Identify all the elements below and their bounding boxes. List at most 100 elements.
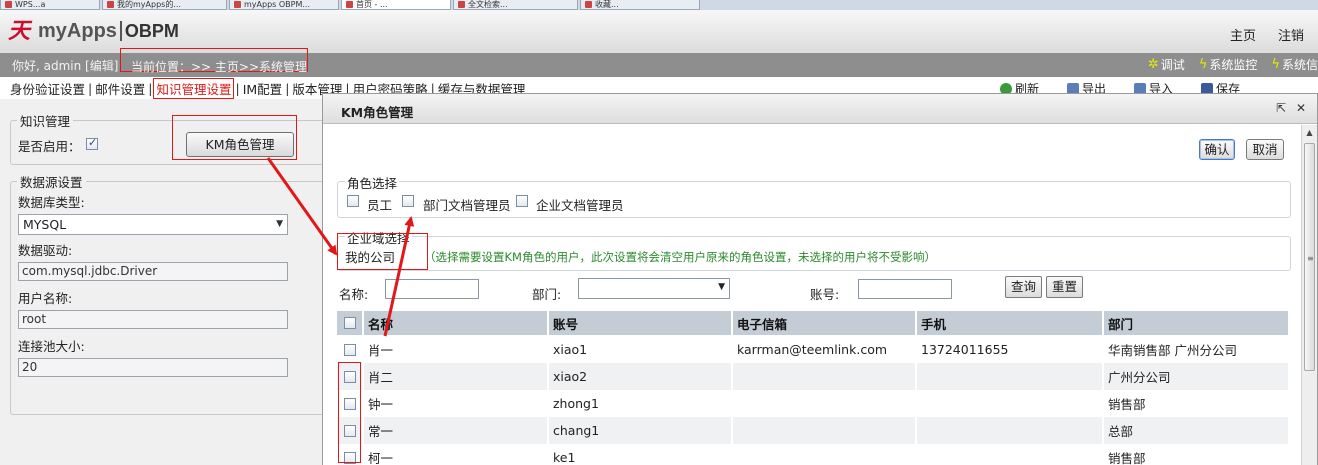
dialog-header: KM角色管理 ⇱ ✕ bbox=[323, 94, 1317, 124]
favicon-icon bbox=[234, 1, 241, 8]
row-checkbox-cell bbox=[337, 336, 364, 363]
tab-im[interactable]: IM配置 bbox=[241, 79, 284, 98]
scroll-thumb[interactable]: ≡ bbox=[1304, 143, 1315, 371]
close-icon[interactable]: ✕ bbox=[1296, 101, 1306, 115]
db-type-select[interactable]: MYSQL ▼ bbox=[18, 214, 288, 235]
annotation-checkbox-frame bbox=[338, 362, 361, 463]
browser-tab[interactable]: myApps OBPM... bbox=[229, 0, 339, 10]
cell-phone bbox=[917, 417, 1104, 444]
role-label-employee: 员工 bbox=[367, 198, 393, 213]
tab-mail[interactable]: 邮件设置 bbox=[93, 79, 147, 98]
cell-account: xiao2 bbox=[549, 363, 733, 390]
col-email[interactable]: 电子信箱 bbox=[733, 311, 917, 335]
favicon-icon bbox=[585, 1, 592, 8]
row-checkbox[interactable] bbox=[343, 343, 356, 356]
brand-logo-icon: 天 bbox=[8, 18, 31, 44]
table-row[interactable]: 常一 chang1 总部 bbox=[337, 417, 1288, 444]
cell-phone: 13724011655 bbox=[917, 336, 1104, 363]
role-checkbox-corp-admin[interactable] bbox=[516, 195, 528, 207]
enable-checkbox[interactable] bbox=[86, 136, 98, 150]
driver-label: 数据驱动: bbox=[18, 243, 73, 258]
filter-account-label: 账号: bbox=[810, 287, 840, 302]
role-label-corp-admin: 企业文档管理员 bbox=[536, 198, 624, 213]
app-header: 天 myApps OBPM 主页 注销 bbox=[0, 10, 1318, 53]
annotation-corp-frame bbox=[337, 233, 428, 270]
chevron-down-icon: ▼ bbox=[718, 282, 725, 292]
pool-field[interactable]: 20 bbox=[18, 358, 288, 377]
user-label: 用户名称: bbox=[18, 291, 73, 306]
home-link[interactable]: 主页 bbox=[1230, 25, 1256, 44]
db-type-label: 数据库类型: bbox=[18, 195, 85, 210]
browser-tab[interactable]: 全文检索... bbox=[453, 0, 578, 10]
tab-separator: | bbox=[88, 80, 93, 96]
reset-button[interactable]: 重置 bbox=[1046, 276, 1083, 298]
filter-name-label: 名称: bbox=[339, 287, 369, 302]
col-account[interactable]: 账号 bbox=[549, 311, 733, 335]
debug-tool[interactable]: ✲ 调试 bbox=[1148, 56, 1185, 73]
grip-icon: ≡ bbox=[1307, 254, 1314, 263]
lightning-icon: ϟ bbox=[1198, 57, 1208, 72]
table-row[interactable]: 肖一 xiao1 karrman@teemlink.com 1372401165… bbox=[337, 336, 1288, 363]
logo-divider bbox=[119, 21, 122, 41]
cell-name: 钟一 bbox=[364, 390, 549, 417]
enable-label: 是否启用： bbox=[18, 139, 81, 154]
logout-link[interactable]: 注销 bbox=[1278, 25, 1304, 44]
monitor-tool[interactable]: ϟ 系统监控 bbox=[1199, 56, 1258, 73]
system-info-tool[interactable]: ϟ 系统信 bbox=[1271, 56, 1318, 73]
filter-dept-select[interactable]: ▼ bbox=[578, 278, 730, 299]
grid-header: 名称 账号 电子信箱 手机 部门 bbox=[337, 311, 1288, 335]
filter-account-input[interactable] bbox=[858, 279, 952, 299]
col-name[interactable]: 名称 bbox=[364, 311, 549, 335]
cell-account: chang1 bbox=[549, 417, 733, 444]
select-all-checkbox[interactable] bbox=[343, 317, 356, 329]
cell-email bbox=[733, 444, 917, 465]
tab-separator: | bbox=[148, 80, 153, 96]
table-row[interactable]: 钟一 zhong1 销售部 bbox=[337, 390, 1288, 417]
role-label-dept-admin: 部门文档管理员 bbox=[423, 198, 511, 213]
tab-km[interactable]: 知识管理设置 bbox=[153, 77, 235, 99]
filter-name-input[interactable] bbox=[385, 279, 479, 299]
debug-icon: ✲ bbox=[1147, 57, 1159, 72]
cell-email bbox=[733, 390, 917, 417]
popout-icon[interactable]: ⇱ bbox=[1276, 101, 1286, 115]
browser-tab-strip: WPS...a 我的myApps的... myApps OBPM... 首页 -… bbox=[0, 0, 1318, 10]
cell-account: xiao1 bbox=[549, 336, 733, 363]
browser-tab[interactable]: 我的myApps的... bbox=[102, 0, 227, 10]
cell-dept: 总部 bbox=[1108, 424, 1134, 439]
pool-label: 连接池大小: bbox=[18, 339, 85, 354]
scroll-up-icon[interactable]: ▲ bbox=[1302, 125, 1317, 140]
dialog-scrollbar[interactable]: ▲ ≡ bbox=[1301, 125, 1317, 465]
table-row[interactable]: 柯一 ke1 销售部 bbox=[337, 444, 1288, 465]
product-name: OBPM bbox=[124, 20, 179, 41]
cell-name: 肖一 bbox=[364, 336, 549, 363]
cell-dept: 销售部 bbox=[1108, 397, 1146, 412]
cancel-button[interactable]: 取消 bbox=[1246, 139, 1284, 160]
datasource-legend: 数据源设置 bbox=[20, 175, 83, 190]
cell-dept: 华南销售部 广州分公司 bbox=[1108, 343, 1237, 358]
browser-tab[interactable]: 首页 - ... bbox=[341, 0, 451, 10]
search-button[interactable]: 查询 bbox=[1005, 276, 1042, 298]
tab-auth[interactable]: 身份验证设置 bbox=[8, 79, 87, 98]
dialog-body: 确认 取消 角色选择 员工 部门文档管理员 企业文档管理员 企业域选择 我的公司… bbox=[323, 125, 1301, 465]
user-field[interactable]: root bbox=[18, 310, 288, 329]
km-role-manage-button[interactable]: KM角色管理 bbox=[186, 132, 294, 157]
top-links: 主页 注销 bbox=[1230, 25, 1304, 44]
breadcrumb: 当前位置：>> 主页>>系统管理 bbox=[131, 60, 308, 74]
tab-separator: | bbox=[235, 80, 240, 96]
role-checkbox-dept-admin[interactable] bbox=[402, 195, 414, 207]
cell-email: karrman@teemlink.com bbox=[733, 336, 917, 363]
driver-field[interactable]: com.mysql.jdbc.Driver bbox=[18, 262, 288, 281]
role-hint: （选择需要设置KM角色的用户，此次设置将会清空用户原来的角色设置，未选择的用户将… bbox=[424, 250, 936, 264]
confirm-button[interactable]: 确认 bbox=[1199, 139, 1235, 160]
col-dept[interactable]: 部门 bbox=[1104, 311, 1288, 335]
cell-name: 柯一 bbox=[364, 444, 549, 465]
table-row[interactable]: 肖二 xiao2 广州分公司 bbox=[337, 363, 1288, 390]
browser-tab[interactable]: 收藏... bbox=[580, 0, 700, 10]
cell-dept: 广州分公司 bbox=[1108, 370, 1171, 385]
cell-name: 常一 bbox=[364, 417, 549, 444]
user-greeting[interactable]: 你好, admin [编辑] bbox=[12, 57, 118, 74]
col-phone[interactable]: 手机 bbox=[917, 311, 1104, 335]
cell-phone bbox=[917, 363, 1104, 390]
role-checkbox-employee[interactable] bbox=[347, 195, 359, 207]
browser-tab[interactable]: WPS...a bbox=[0, 0, 100, 10]
